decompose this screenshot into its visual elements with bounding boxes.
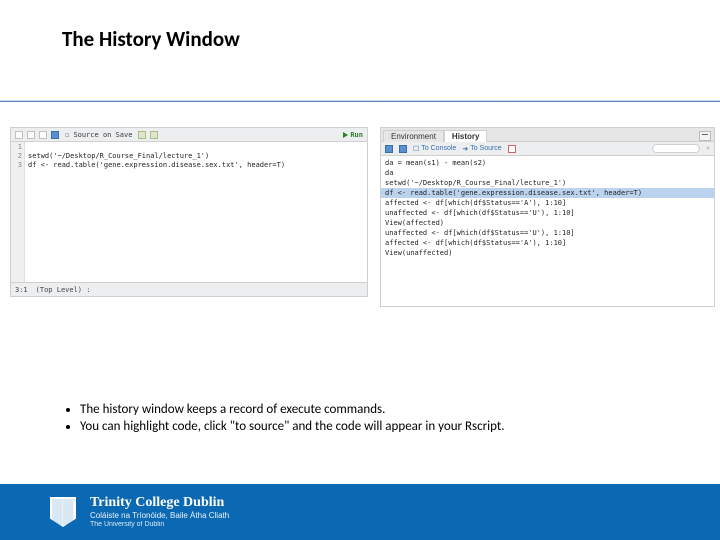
back-icon[interactable] — [15, 131, 23, 139]
pane-collapse-icon[interactable] — [699, 131, 711, 141]
rstudio-history-pane: Environment History ☐ To Console ➜ To So… — [380, 127, 715, 307]
history-line[interactable]: da — [381, 168, 714, 178]
tab-environment[interactable]: Environment — [383, 130, 444, 142]
tcd-crest-icon — [50, 497, 76, 527]
code-line: setwd('~/Desktop/R_Course_Final/lecture_… — [28, 152, 209, 160]
forward-icon[interactable] — [27, 131, 35, 139]
history-tabbar: Environment History — [381, 128, 714, 142]
history-line[interactable]: setwd('~/Desktop/R_Course_Final/lecture_… — [381, 178, 714, 188]
scope-label: (Top Level) : — [36, 286, 91, 294]
run-button[interactable]: Run — [343, 131, 363, 139]
line-number: 2 — [11, 152, 22, 161]
line-number: 3 — [11, 161, 22, 170]
to-console-label: To Console — [421, 145, 456, 152]
code-line — [28, 170, 32, 178]
run-label: Run — [350, 131, 363, 139]
bullet-item: You can highlight code, click "to source… — [80, 419, 662, 434]
history-toolbar: ☐ To Console ➜ To Source ⌕ — [381, 142, 714, 156]
wand-icon[interactable] — [150, 131, 158, 139]
editor-gutter: 1 2 3 — [11, 142, 25, 282]
university-gaelic: Coláiste na Tríonóide, Baile Átha Cliath — [90, 511, 229, 520]
to-console-button[interactable]: ☐ To Console — [413, 145, 456, 153]
editor-status-bar: 3:1 (Top Level) : — [11, 282, 367, 296]
history-list[interactable]: da = mean(s1) - mean(s2)dasetwd('~/Deskt… — [381, 156, 714, 306]
footer-text: Trinity College Dublin Coláiste na Tríon… — [90, 495, 229, 528]
cursor-position: 3:1 — [15, 286, 28, 294]
editor-toolbar: ☐ Source on Save Run — [11, 128, 367, 142]
history-line[interactable]: View(unaffected) — [381, 248, 714, 258]
load-history-icon[interactable] — [385, 145, 393, 153]
university-subtitle: The University of Dublin — [90, 521, 229, 529]
title-divider — [0, 100, 720, 102]
bullet-item: The history window keeps a record of exe… — [80, 402, 662, 417]
to-source-label: To Source — [470, 145, 502, 152]
history-line[interactable]: unaffected <- df[which(df$Status=='U'), … — [381, 228, 714, 238]
new-doc-icon[interactable] — [39, 131, 47, 139]
editor-code-area[interactable]: setwd('~/Desktop/R_Course_Final/lecture_… — [25, 142, 367, 282]
source-on-save-label: Source on Save — [73, 131, 132, 139]
history-line[interactable]: affected <- df[which(df$Status=='A'), 1:… — [381, 198, 714, 208]
history-line[interactable]: unaffected <- df[which(df$Status=='U'), … — [381, 208, 714, 218]
save-icon[interactable] — [51, 131, 59, 139]
history-line[interactable]: affected <- df[which(df$Status=='A'), 1:… — [381, 238, 714, 248]
save-history-icon[interactable] — [399, 145, 407, 153]
clear-history-icon[interactable] — [508, 145, 516, 153]
slide-title: The History Window — [62, 26, 240, 52]
history-line[interactable]: View(affected) — [381, 218, 714, 228]
slide-bullets: The history window keeps a record of exe… — [62, 400, 662, 436]
code-line: df <- read.table('gene.expression.diseas… — [28, 161, 285, 169]
line-number: 1 — [11, 143, 22, 152]
university-name: Trinity College Dublin — [90, 495, 229, 511]
tab-history[interactable]: History — [444, 130, 488, 142]
history-line[interactable]: da = mean(s1) - mean(s2) — [381, 158, 714, 168]
to-source-button[interactable]: ➜ To Source — [462, 145, 501, 153]
history-line[interactable]: df <- read.table('gene.expression.diseas… — [381, 188, 714, 198]
find-icon[interactable] — [138, 131, 146, 139]
rstudio-source-pane: ☐ Source on Save Run 1 2 3 setwd('~/Desk… — [10, 127, 368, 297]
search-icon[interactable]: ⌕ — [706, 145, 710, 153]
run-arrow-icon — [343, 132, 348, 138]
history-search-input[interactable] — [652, 144, 700, 153]
source-on-save-checkbox[interactable]: ☐ Source on Save — [63, 131, 134, 139]
editor-body[interactable]: 1 2 3 setwd('~/Desktop/R_Course_Final/le… — [11, 142, 367, 282]
slide-footer: Trinity College Dublin Coláiste na Tríon… — [0, 484, 720, 540]
